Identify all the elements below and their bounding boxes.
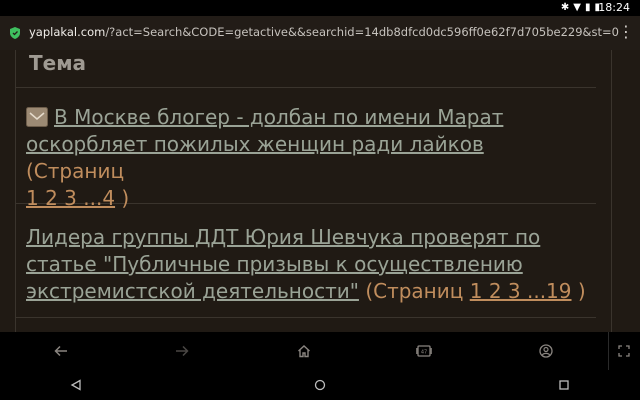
system-back-icon[interactable] — [65, 374, 87, 396]
arrow-left-icon[interactable] — [48, 338, 74, 364]
url-path: /?act=Search&CODE=getactive&&searchid=14… — [105, 25, 619, 39]
system-navigation-bar — [0, 370, 640, 400]
table-row — [16, 318, 596, 332]
sim-icon: ▮ — [584, 2, 591, 13]
account-icon[interactable] — [533, 338, 559, 364]
pages-label: (Страниц — [26, 159, 125, 183]
table-row: В Москве блогер - долбан по имени Марат … — [16, 88, 596, 210]
overflow-menu-icon[interactable]: ⋮ — [618, 24, 634, 42]
status-bar: ✱ ▼ ▮ ▮ 18:24 — [0, 0, 640, 16]
table-row: Лидера группы ДДТ Юрия Шевчука проверят … — [16, 204, 596, 318]
fullscreen-icon[interactable] — [611, 338, 637, 364]
url-bar[interactable]: yaplakal.com/?act=Search&CODE=getactive&… — [0, 16, 640, 50]
status-icons: ✱ ▼ ▮ ▮ — [561, 2, 600, 14]
page-content: Тема В Москве блогер - долбан по имени М… — [0, 50, 640, 332]
column-header-topic: Тема — [29, 51, 87, 75]
topic-cell: Лидера группы ДДТ Юрия Шевчука проверят … — [26, 224, 586, 305]
toolbar-divider — [608, 332, 609, 370]
url-host: yaplakal.com — [29, 25, 106, 39]
browser-toolbar: 47 — [0, 332, 640, 370]
system-home-icon[interactable] — [309, 374, 331, 396]
home-icon[interactable] — [291, 338, 317, 364]
topic-link[interactable]: Лидера группы ДДТ Юрия Шевчука проверят … — [26, 225, 540, 303]
topic-link[interactable]: В Москве блогер - долбан по имени Марат … — [26, 105, 503, 156]
arrow-right-icon[interactable] — [169, 338, 195, 364]
url-text[interactable]: yaplakal.com/?act=Search&CODE=getactive&… — [29, 25, 619, 39]
table-header-row: Тема — [16, 50, 596, 88]
topics-table: Тема В Москве блогер - долбан по имени М… — [15, 50, 612, 332]
system-recents-icon[interactable] — [553, 374, 575, 396]
svg-text:47: 47 — [421, 350, 427, 356]
secure-lock-icon — [10, 27, 20, 39]
pages-label: (Страниц — [365, 279, 464, 303]
status-time: 18:24 — [598, 1, 630, 14]
bluetooth-icon: ✱ — [560, 2, 570, 13]
tabs-icon[interactable]: 47 — [411, 338, 437, 364]
topic-cell: В Москве блогер - долбан по имени Марат … — [26, 104, 586, 212]
wifi-icon: ▼ — [573, 2, 581, 13]
pages-link[interactable]: 1 2 3 ...19 — [470, 279, 572, 303]
envelope-icon — [26, 106, 48, 127]
pages-close: ) — [577, 279, 586, 303]
